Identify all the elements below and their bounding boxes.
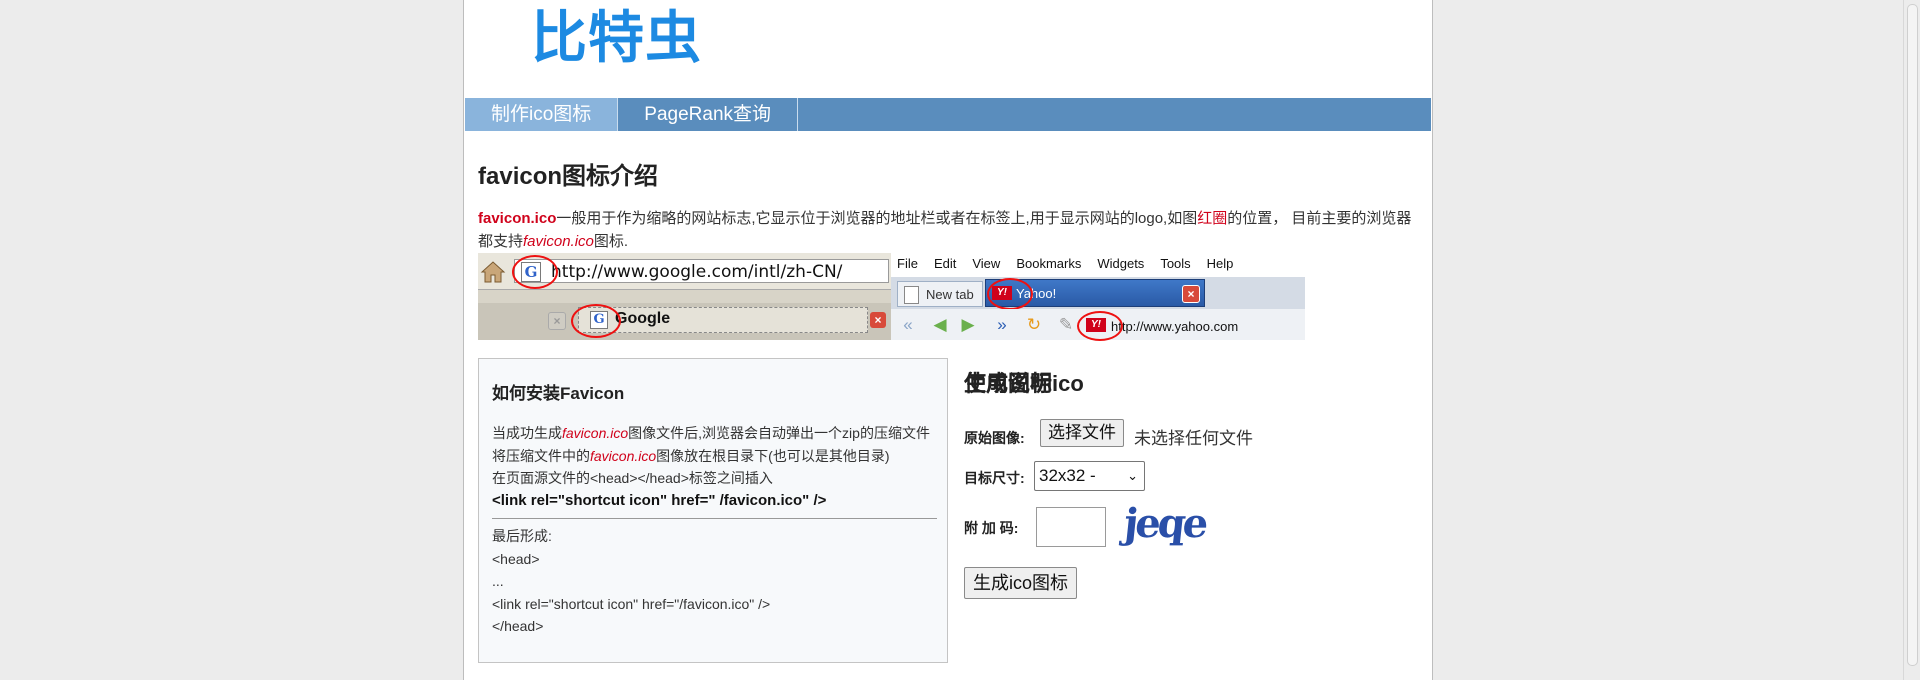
verify-code-input[interactable] (1036, 507, 1106, 547)
final-line: <link rel="shortcut icon" href="/favicon… (492, 595, 771, 612)
intro-keyword: favicon.ico (478, 210, 557, 227)
forward-icon: ▶ (961, 315, 975, 334)
nav-item-pagerank[interactable]: PageRank查询 (618, 98, 799, 131)
back-icon: ◀ (933, 315, 947, 334)
final-line: </head> (492, 618, 544, 634)
reload-icon: ↻ (1026, 315, 1042, 334)
install-code-snippet: <link rel="shortcut icon" href=" /favico… (492, 491, 827, 509)
demo-opera-toolbar: « ◀ ▶ » ↻ ✎ Y! http://www.yahoo.com (891, 309, 1305, 341)
rewind-icon: « (903, 315, 913, 334)
install-filename: favicon.ico (590, 447, 657, 464)
demo-new-tab-label: New tab (926, 287, 974, 302)
final-line: ... (492, 573, 504, 589)
intro-title: favicon图标介绍 (478, 163, 659, 190)
generator-form: 生成图标ico 原始图像: 选择文件 未选择任何文件 目标尺寸: 32x32 -… (964, 358, 1414, 680)
demo-new-tab: New tab (897, 281, 983, 307)
nav-item-make-ico[interactable]: 制作ico图标 (465, 98, 619, 131)
demo-menubar: File Edit View Bookmarks Widgets Tools H… (891, 253, 1305, 277)
install-title: 如何安装Favicon (492, 384, 625, 403)
install-text: 将压缩文件中的 (492, 447, 590, 464)
install-text: 当成功生成 (492, 425, 562, 441)
target-size-label: 目标尺寸: (964, 470, 1025, 486)
demo-firefox: G http://www.google.com/intl/zh-CN/ × G … (478, 253, 891, 340)
final-title: 最后形成: (492, 528, 552, 544)
usage-title: 使用说明 (964, 371, 1053, 396)
demo-tab-row: × G Google × (478, 303, 891, 340)
close-icon: × (548, 312, 566, 330)
target-size-select[interactable]: 32x32 - ⌄ (1034, 461, 1145, 491)
demo-menu-item: File (897, 256, 918, 271)
demo-address-row: G http://www.google.com/intl/zh-CN/ (478, 253, 891, 290)
fast-forward-icon: » (997, 315, 1007, 334)
demo-google-url: http://www.google.com/intl/zh-CN/ (551, 262, 843, 282)
install-body: 当成功生成favicon.ico图像文件后,浏览器会自动弹出一个zip的压缩文件… (492, 422, 937, 638)
demo-menu-item: View (972, 256, 1001, 271)
demo-opera-tabs: New tab Y! Yahoo! × (891, 277, 1305, 310)
demo-menu-item: Help (1206, 256, 1234, 271)
demo-google-tab: G Google (578, 307, 868, 333)
intro-text-3: 图标. (593, 233, 629, 250)
demo-menu-item: Edit (933, 256, 957, 271)
demo-menu-item: Widgets (1097, 256, 1145, 271)
demo-address-bar: G http://www.google.com/intl/zh-CN/ (514, 259, 889, 283)
install-text: 图像放在根目录下(也可以是其他目录) (656, 447, 890, 464)
site-logo[interactable]: 比特虫 (531, 10, 702, 66)
install-line-3: 在页面源文件的<head></head>标签之间插入 (492, 470, 773, 486)
demo-google-tab-label: Google (615, 310, 671, 327)
scrollbar-thumb[interactable] (1907, 4, 1918, 666)
choose-file-button[interactable]: 选择文件 (1040, 419, 1124, 447)
highlight-circle (512, 255, 558, 289)
page-container: 比特虫 制作ico图标 PageRank查询 favicon图标介绍 favic… (463, 0, 1433, 680)
install-line-2: 将压缩文件中的favicon.ico图像放在根目录下(也可以是其他目录) (492, 445, 932, 468)
install-line-1: 当成功生成favicon.ico图像文件后,浏览器会自动弹出一个zip的压缩文件 (492, 422, 932, 445)
intro-red-word: 红圈 (1197, 210, 1228, 227)
home-icon (480, 261, 506, 283)
close-icon: × (1182, 285, 1200, 303)
browser-demo-image: G http://www.google.com/intl/zh-CN/ × G … (478, 253, 1305, 341)
chevron-down-icon: ⌄ (1127, 468, 1138, 483)
demo-opera: File Edit View Bookmarks Widgets Tools H… (891, 253, 1305, 341)
source-image-label: 原始图像: (964, 430, 1025, 446)
demo-menu-item: Bookmarks (1016, 256, 1082, 271)
demo-yahoo-url: http://www.yahoo.com (1111, 319, 1239, 334)
final-line: <head> (492, 550, 540, 567)
intro-italic-word: favicon.ico (523, 233, 594, 250)
no-file-status: 未选择任何文件 (1134, 429, 1253, 448)
demo-menu-item: Tools (1160, 256, 1191, 271)
verify-code-label: 附 加 码: (964, 520, 1019, 536)
main-nav: 制作ico图标 PageRank查询 (465, 98, 1431, 131)
edit-icon: ✎ (1058, 315, 1074, 334)
close-icon: × (870, 312, 886, 328)
scrollbar[interactable] (1903, 0, 1920, 680)
highlight-circle (987, 278, 1033, 310)
intro-paragraph: favicon.ico一般用于作为缩略的网站标志,它显示位于浏览器的地址栏或者在… (478, 207, 1418, 253)
intro-text-1: 一般用于作为缩略的网站标志,它显示位于浏览器的地址栏或者在标签上,用于显示网站的… (556, 210, 1198, 227)
install-text: 图像文件后,浏览器会自动弹出一个zip的压缩文件 (628, 425, 930, 441)
highlight-circle (1077, 311, 1123, 341)
captcha-image[interactable]: jeqe (1122, 500, 1208, 547)
divider (492, 518, 937, 519)
install-guide-box: 如何安装Favicon 当成功生成favicon.ico图像文件后,浏览器会自动… (478, 358, 948, 663)
target-size-value: 32x32 - (1039, 466, 1096, 485)
generate-ico-button[interactable]: 生成ico图标 (964, 567, 1078, 599)
highlight-circle (571, 304, 621, 338)
document-icon (904, 286, 919, 304)
install-filename: favicon.ico (562, 425, 629, 441)
